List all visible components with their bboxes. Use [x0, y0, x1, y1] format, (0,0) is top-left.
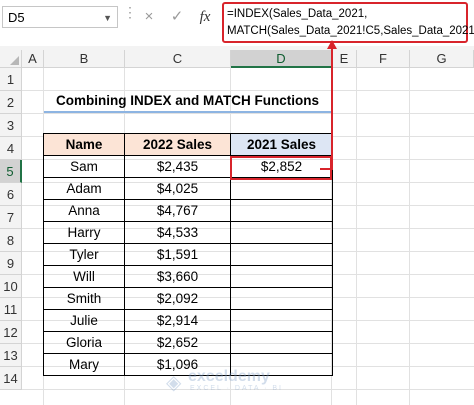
cell-2021-sales[interactable]: [230, 331, 333, 354]
select-all-corner[interactable]: [0, 50, 22, 68]
formula-line-1: =INDEX(Sales_Data_2021,: [227, 8, 368, 20]
column-header-a[interactable]: A: [22, 50, 44, 68]
cell-name[interactable]: Sam: [43, 155, 125, 178]
column-header-g[interactable]: G: [410, 50, 474, 68]
arrow-up-icon: [327, 40, 337, 49]
cell-2022-sales[interactable]: $1,591: [124, 243, 231, 266]
cell-name[interactable]: Tyler: [43, 243, 125, 266]
cell-name[interactable]: Julie: [43, 309, 125, 332]
cell-2022-sales[interactable]: $4,767: [124, 199, 231, 222]
cell-2022-sales[interactable]: $2,652: [124, 331, 231, 354]
column-header-f[interactable]: F: [357, 50, 410, 68]
formula-input[interactable]: =INDEX(Sales_Data_2021, MATCH(Sales_Data…: [222, 2, 474, 43]
column-header-d[interactable]: D: [231, 50, 332, 68]
cell-name[interactable]: Adam: [43, 177, 125, 200]
cell-name[interactable]: Will: [43, 265, 125, 288]
annotation-arrow-connector: [320, 168, 333, 170]
annotation-arrow-line: [331, 46, 333, 170]
name-box-value: D5: [8, 10, 25, 25]
selected-cell-d5[interactable]: [230, 156, 332, 180]
cell-2022-sales[interactable]: $2,914: [124, 309, 231, 332]
cell-2021-sales[interactable]: [230, 177, 333, 200]
cancel-icon[interactable]: ×: [138, 7, 160, 27]
name-box[interactable]: D5 ▼: [2, 6, 118, 28]
cell-2022-sales[interactable]: $4,533: [124, 221, 231, 244]
column-header-e[interactable]: E: [332, 50, 357, 68]
cell-name[interactable]: Anna: [43, 199, 125, 222]
table-row: Gloria $2,652: [43, 331, 333, 354]
row-header-12[interactable]: 12: [0, 321, 22, 344]
row-header-4[interactable]: 4: [0, 137, 22, 160]
header-name[interactable]: Name: [43, 133, 125, 156]
column-header-b[interactable]: B: [44, 50, 125, 68]
cell-2021-sales[interactable]: [230, 243, 333, 266]
row-header-5[interactable]: 5: [0, 160, 22, 183]
sheet-title: Combining INDEX and MATCH Functions: [56, 93, 319, 108]
row-header-14[interactable]: 14: [0, 367, 22, 390]
header-2022-sales[interactable]: 2022 Sales: [124, 133, 231, 156]
more-options-icon[interactable]: ⋮: [123, 5, 137, 19]
cell-name[interactable]: Smith: [43, 287, 125, 310]
title-underline: [44, 111, 331, 113]
cell-name[interactable]: Gloria: [43, 331, 125, 354]
watermark-tagline: EXCEL · DATA · BI: [190, 385, 283, 392]
cell-name[interactable]: Harry: [43, 221, 125, 244]
cell-2021-sales[interactable]: [230, 199, 333, 222]
cell-name[interactable]: Mary: [43, 353, 125, 376]
table-row: Will $3,660: [43, 265, 333, 288]
table-row: Harry $4,533: [43, 221, 333, 244]
insert-function-icon[interactable]: fx: [194, 7, 216, 27]
row-header-8[interactable]: 8: [0, 229, 22, 252]
row-header-10[interactable]: 10: [0, 275, 22, 298]
gridline-horizontal: [22, 113, 474, 114]
cell-2021-sales[interactable]: [230, 287, 333, 310]
watermark: ◈ exceldemy EXCEL · DATA · BI: [166, 368, 296, 396]
table-row: Adam $4,025: [43, 177, 333, 200]
row-header-2[interactable]: 2: [0, 91, 22, 114]
enter-icon[interactable]: ✓: [166, 7, 188, 27]
table-row: Smith $2,092: [43, 287, 333, 310]
row-header-13[interactable]: 13: [0, 344, 22, 367]
table-row: Anna $4,767: [43, 199, 333, 222]
formula-bar: D5 ▼ ⋮ × ✓ fx =INDEX(Sales_Data_2021, MA…: [0, 0, 474, 46]
formula-line-2: MATCH(Sales_Data_2021!C5,Sales_Data_2021…: [227, 25, 474, 37]
cell-2022-sales[interactable]: $2,092: [124, 287, 231, 310]
gridline-vertical: [409, 68, 410, 405]
gridline-vertical: [356, 68, 357, 405]
cell-2022-sales[interactable]: $4,025: [124, 177, 231, 200]
row-header-7[interactable]: 7: [0, 206, 22, 229]
header-2021-sales[interactable]: 2021 Sales: [230, 133, 333, 156]
cell-2021-sales[interactable]: [230, 221, 333, 244]
row-header-3[interactable]: 3: [0, 114, 22, 137]
row-header-11[interactable]: 11: [0, 298, 22, 321]
row-header-1[interactable]: 1: [0, 68, 22, 91]
select-all-icon: [10, 56, 19, 65]
column-header-c[interactable]: C: [125, 50, 231, 68]
cell-2021-sales[interactable]: [230, 265, 333, 288]
cell-2021-sales[interactable]: [230, 309, 333, 332]
row-header-6[interactable]: 6: [0, 183, 22, 206]
table-row: Tyler $1,591: [43, 243, 333, 266]
watermark-brand: exceldemy: [188, 368, 270, 385]
row-header-9[interactable]: 9: [0, 252, 22, 275]
chevron-down-icon[interactable]: ▼: [103, 7, 112, 29]
exceldemy-logo-icon: ◈: [166, 372, 182, 394]
cell-2022-sales[interactable]: $2,435: [124, 155, 231, 178]
cell-2022-sales[interactable]: $3,660: [124, 265, 231, 288]
table-row: Julie $2,914: [43, 309, 333, 332]
